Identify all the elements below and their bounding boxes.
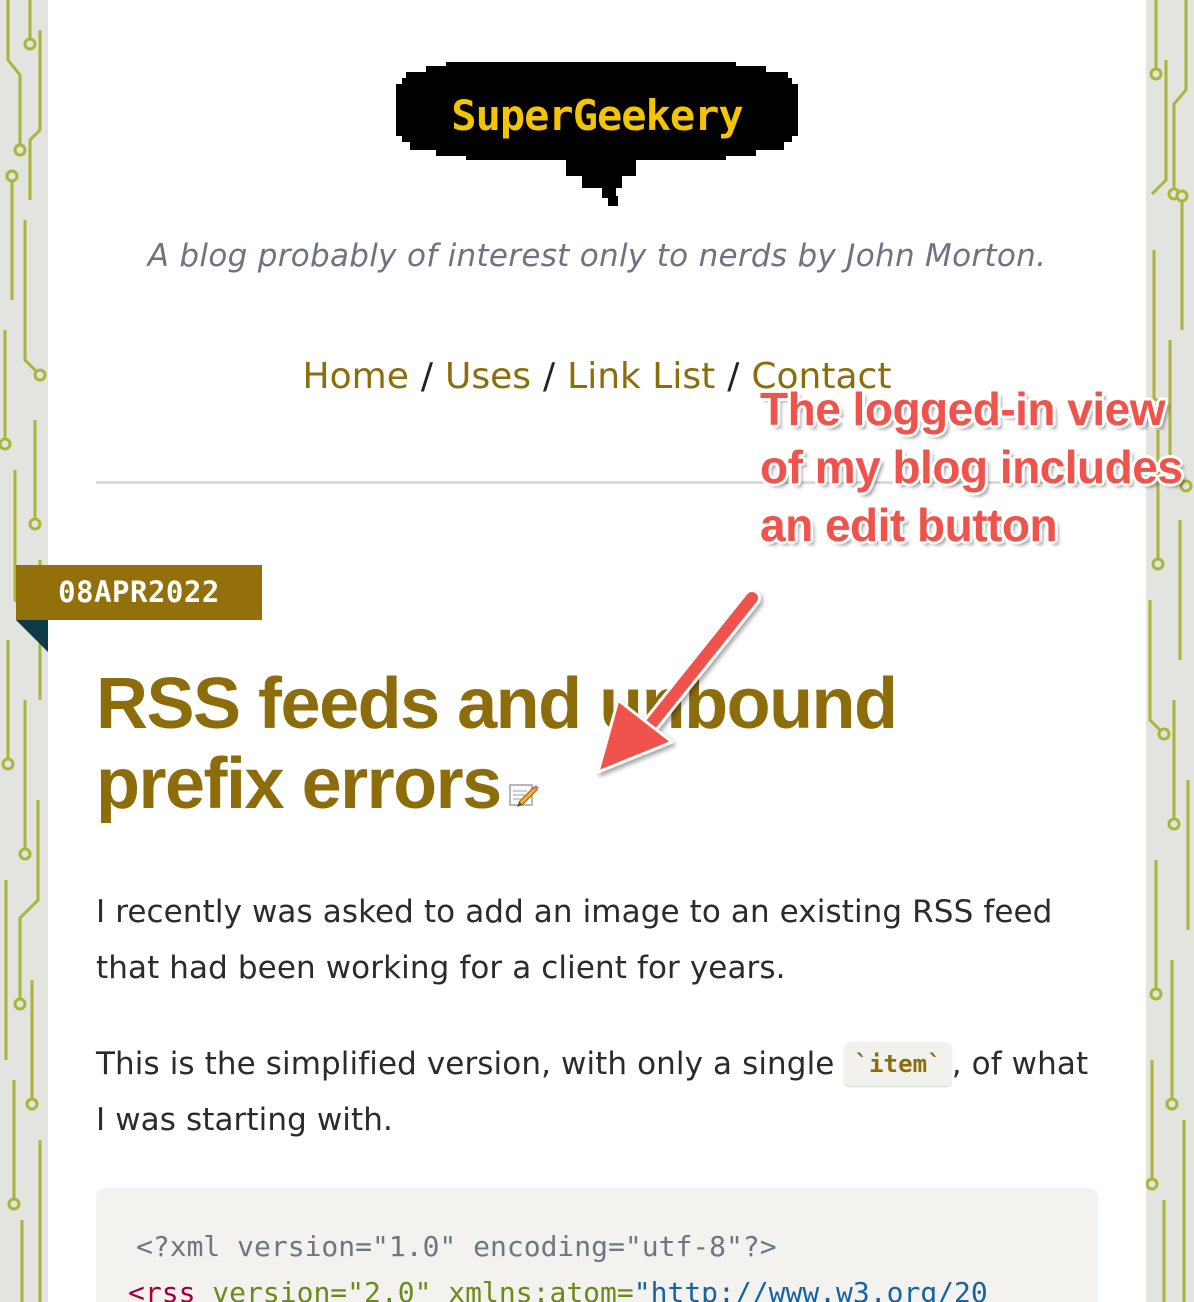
site-logo[interactable]: SuperGeekery [396,62,798,210]
code-token: "http://www.w3.org/20 [633,1276,988,1302]
badge-fold-shadow [16,620,48,652]
code-token: "2.0" [347,1276,432,1302]
nav-separator: / [727,356,740,397]
code-block: <?xml version="1.0" encoding="utf-8"?> <… [96,1188,1098,1302]
post-title: RSS feeds and unbound prefix errors [96,664,1026,824]
inline-code: `item` [844,1042,952,1086]
nav-link-link-list[interactable]: Link List [567,356,715,397]
nav-link-uses[interactable]: Uses [445,356,531,397]
code-line-1: <?xml version="1.0" encoding="utf-8"?> [136,1230,777,1263]
code-line-2: <rss version="2.0" xmlns:atom="http://ww… [128,1268,988,1302]
code-token: <rss [128,1276,196,1302]
post-title-text: RSS feeds and unbound prefix errors [96,664,898,824]
code-token: version= [195,1276,348,1302]
edit-pencil-icon[interactable] [508,744,539,824]
nav-separator: / [420,356,433,397]
nav-link-home[interactable]: Home [303,356,409,397]
page-content: SuperGeekery A blog probably of interest… [48,0,1146,1302]
logo-text: SuperGeekery [451,91,743,140]
post-date-badge: 08APR2022 [16,565,262,620]
code-token: xmlns:atom= [431,1276,634,1302]
post-paragraph-2: This is the simplified version, with onl… [96,1036,1106,1148]
site-tagline: A blog probably of interest only to nerd… [147,238,1047,274]
post-paragraph-1: I recently was asked to add an image to … [96,894,1053,986]
right-circuit-decoration [1146,0,1194,1302]
nav-separator: / [543,356,556,397]
paragraph-text: This is the simplified version, with onl… [96,1046,845,1082]
annotation-callout: The logged-in view of my blog includes a… [760,383,1183,551]
